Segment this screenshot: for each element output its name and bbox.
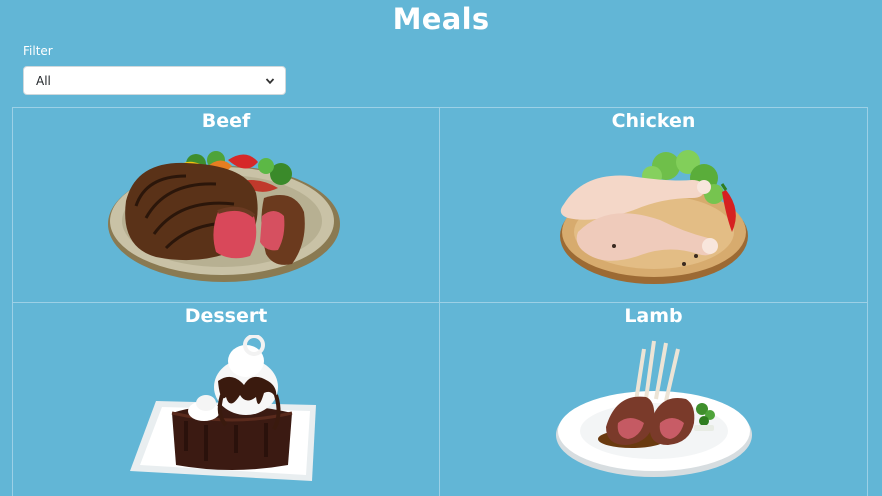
lamb-chops-plate-image: [555, 340, 752, 477]
category-title: Lamb: [624, 305, 683, 327]
category-card-chicken[interactable]: Chicken: [439, 107, 868, 303]
chevron-down-icon: [265, 77, 275, 84]
category-title: Chicken: [611, 110, 696, 132]
category-title: Beef: [201, 110, 251, 132]
filter-selected-value: All: [36, 73, 51, 88]
meal-category-grid: Beef Chicken Dessert Lamb: [12, 107, 868, 496]
filter-label: Filter: [23, 44, 53, 58]
raw-chicken-board-image: [559, 150, 748, 284]
category-title: Dessert: [184, 305, 268, 327]
filter-select[interactable]: All: [23, 66, 286, 95]
category-card-lamb[interactable]: Lamb: [439, 302, 868, 496]
brownie-sundae-image: [130, 335, 316, 481]
page-title: Meals: [392, 2, 490, 36]
steak-plate-image: [108, 151, 340, 282]
category-card-beef[interactable]: Beef: [12, 107, 440, 303]
category-card-dessert[interactable]: Dessert: [12, 302, 440, 496]
